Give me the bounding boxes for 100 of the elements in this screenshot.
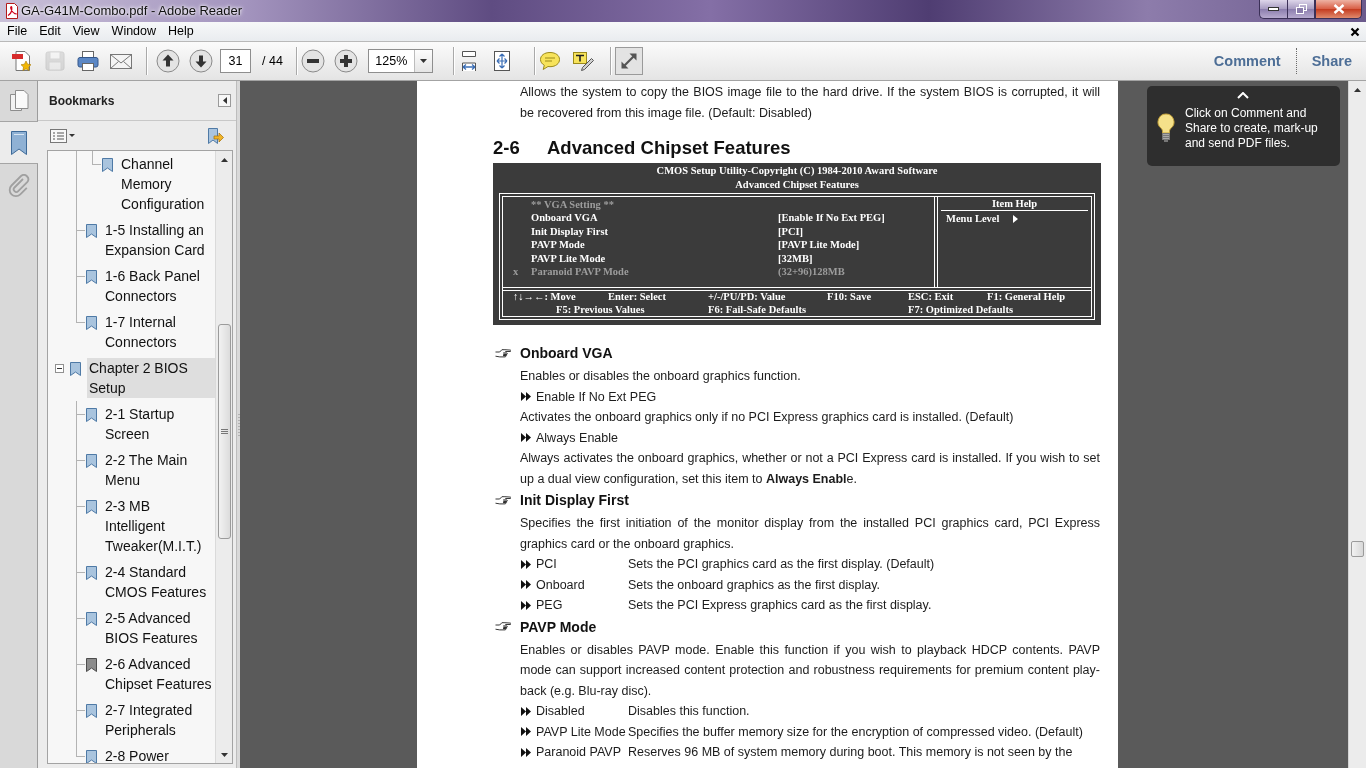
bios-section-header: ** VGA Setting ** <box>531 198 615 212</box>
option-name: PAVP Lite Mode <box>536 724 627 739</box>
bios-setting-value: [PAVP Lite Mode] <box>778 238 861 252</box>
double-arrow-icon <box>521 433 531 443</box>
option-description: Sets the PCI Express graphics card as the first display. <box>628 598 932 613</box>
bios-setting-value: (32+96)128MB <box>778 264 846 279</box>
pointing-hand-icon <box>495 348 511 358</box>
double-arrow-icon <box>521 559 531 569</box>
item-help-title: Item Help <box>941 198 1088 211</box>
scrollbar-thumb[interactable] <box>217 324 231 539</box>
option-description: Specifies the buffer memory size for the encryption of compressed video. (Default) <box>628 724 1083 739</box>
bookmark-item[interactable]: 2-2 The Main Menu <box>103 450 215 490</box>
printer-icon <box>76 49 100 73</box>
triangle-up-icon <box>220 157 228 162</box>
option-name: Enable If No Ext PEG <box>536 389 657 404</box>
options-button[interactable] <box>50 128 75 143</box>
restore-icon <box>1295 4 1307 14</box>
diagonal-arrows-icon <box>614 47 643 75</box>
pointing-hand-icon <box>495 622 511 631</box>
close-icon <box>1332 4 1345 14</box>
option-name: PEG <box>536 598 564 613</box>
bios-setting-label: Paranoid PAVP Mode <box>531 264 630 279</box>
bios-setting-label: PAVP Lite Mode <box>531 251 607 265</box>
next-page-button[interactable] <box>186 46 216 76</box>
triangle-down-icon <box>220 752 228 757</box>
double-arrow-icon <box>521 727 531 737</box>
minimize-button[interactable] <box>1259 0 1287 19</box>
double-arrow-icon <box>521 600 531 610</box>
key-hint: F7: Optimized Defaults <box>908 303 1014 316</box>
bookmark-item[interactable]: 2-5 Advanced BIOS Features <box>103 608 215 648</box>
option-description: Disables this function. <box>628 704 750 719</box>
bookmark-item[interactable]: Chapter 2 BIOS Setup <box>87 358 215 398</box>
paragraph: Enables or disables PAVP mode. Enable this function if you wish to playback HDCP contents. PAVP mode can support increased content protection and robustness requirements for premium content play- back (e.g. Blu-ray disc). <box>520 641 1100 700</box>
bookmark-item[interactable]: 2-4 Standard CMOS Features <box>103 562 215 602</box>
menu-item[interactable]: Edit <box>33 23 67 40</box>
page-count: / 44 <box>262 54 283 68</box>
minus-box-icon[interactable] <box>55 364 64 373</box>
bookmark-item[interactable]: Channel Memory Configuration <box>119 154 215 214</box>
key-hint: +/-/PU/PD: Value <box>708 291 787 304</box>
bios-setting-value: [Enable If No Ext PEG] <box>778 211 886 225</box>
bookmark-item[interactable]: 1-5 Installing an Expansion Card <box>103 220 215 260</box>
previous-page-button[interactable] <box>153 46 183 76</box>
tooltip-text: Click on Comment and Share to create, mark-up and send PDF files. <box>1185 106 1318 151</box>
chevron-up-icon[interactable] <box>1237 92 1249 99</box>
bookmark-arrow-icon <box>206 126 224 145</box>
key-hint: Enter: Select <box>608 291 668 304</box>
bookmark-item[interactable]: 1-6 Back Panel Connectors <box>103 266 215 306</box>
pages-icon <box>7 89 30 113</box>
paperclip-icon <box>7 173 30 198</box>
caret-down-icon[interactable] <box>419 59 427 63</box>
list-options-icon <box>50 128 67 143</box>
triangle-right-icon <box>1013 214 1019 223</box>
page-number-field[interactable]: 31 <box>220 49 251 73</box>
menu-item[interactable]: View <box>66 23 106 40</box>
arrow-up-circle-icon <box>156 49 180 73</box>
subsection-title: Onboard VGA <box>520 345 613 361</box>
bookmark-item[interactable]: 2-3 MB Intelligent Tweaker(M.I.T.) <box>103 496 215 556</box>
key-hint: F10: Save <box>827 291 873 304</box>
paragraph: Enables or disables the onboard graphics function. <box>520 368 802 385</box>
caret-down-icon <box>69 134 75 137</box>
option-name: Paranoid PAVP <box>536 745 622 760</box>
menu-item[interactable]: File <box>1 23 34 40</box>
pane-tab[interactable]: Share <box>1295 48 1366 74</box>
scrollbar-thumb[interactable] <box>1351 541 1364 557</box>
key-hint: F1: General Help <box>987 291 1067 304</box>
menu-item[interactable]: Help <box>162 23 200 40</box>
bios-title: CMOS Setup Utility-Copyright (C) 1984-2010 Award Software <box>655 164 939 178</box>
close-button[interactable] <box>1315 0 1362 19</box>
expand-bookmark-button[interactable] <box>206 126 224 145</box>
disabled-marker: x <box>512 264 520 279</box>
bookmark-item[interactable]: 2-7 Integrated Peripherals <box>103 700 215 740</box>
collapse-panel-button[interactable] <box>218 94 231 107</box>
bios-setting-label: Init Display First <box>531 224 609 239</box>
menu-item[interactable]: Window <box>105 23 163 40</box>
bookmark-item[interactable]: 2-6 Advanced Chipset Features <box>103 654 215 694</box>
double-arrow-icon <box>521 392 531 402</box>
section-title: Advanced Chipset Features <box>547 136 791 160</box>
subsection-title: PAVP Mode <box>520 618 597 635</box>
double-arrow-icon <box>521 580 531 590</box>
restore-button[interactable] <box>1287 0 1315 19</box>
paragraph: Allows the system to copy the BIOS image file to the hard drive. If the system BIOS is corrupted, it will be recovered from this image file. (Default: Disabled) <box>520 84 1100 122</box>
grip-icon <box>220 429 228 434</box>
bookmark-item[interactable]: 2-8 Power <box>103 746 215 763</box>
window-title: GA-G41M-Combo.pdf - Adobe Reader <box>21 3 243 18</box>
panel-title: Bookmarks <box>49 93 115 108</box>
key-hint: F5: Previous Values <box>556 303 646 316</box>
bookmarks-tab[interactable] <box>0 121 38 164</box>
subsection-title: Init Display First <box>520 492 629 508</box>
key-hint: F6: Fail-Safe Defaults <box>708 303 807 316</box>
bookmark-item[interactable]: 2-1 Startup Screen <box>103 404 215 444</box>
zoom-field[interactable]: 125% <box>367 49 433 73</box>
pane-tab[interactable]: Comment <box>1198 48 1296 74</box>
plus-circle-icon <box>333 49 358 73</box>
bios-setting-value: [PCI] <box>778 224 805 239</box>
option-name: Onboard <box>536 577 586 592</box>
full-screen-button[interactable] <box>613 46 644 76</box>
splitter-grip-icon <box>237 413 240 436</box>
close-icon[interactable] <box>1350 26 1360 37</box>
bookmark-item[interactable]: 1-7 Internal Connectors <box>103 312 215 352</box>
double-arrow-icon <box>521 706 531 716</box>
